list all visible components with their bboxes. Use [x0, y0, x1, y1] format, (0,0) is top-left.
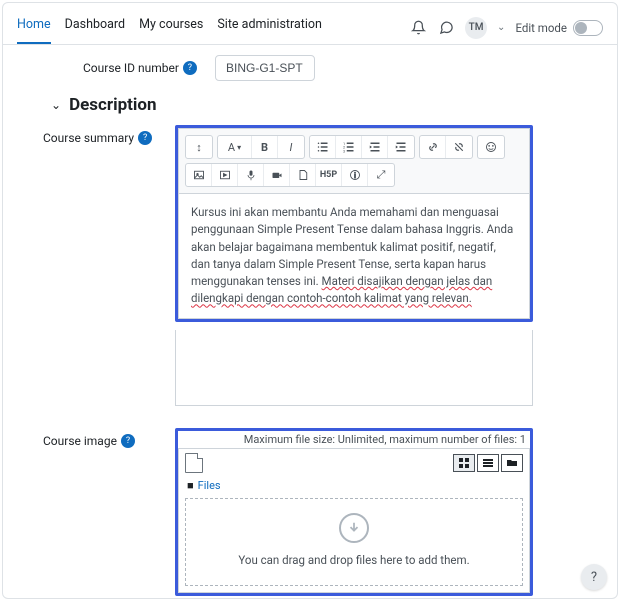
toolbar-mic-button[interactable]: [238, 164, 264, 186]
toolbar-outdent-button[interactable]: [362, 136, 388, 158]
editor-bottom-space[interactable]: [175, 330, 533, 406]
nav-mycourses[interactable]: My courses: [139, 11, 203, 44]
course-id-label-text: Course ID number: [83, 61, 179, 75]
download-arrow-icon: [339, 513, 369, 543]
view-details-button[interactable]: [477, 454, 499, 472]
summary-label: Course summary ?: [43, 125, 175, 145]
avatar[interactable]: TM: [465, 17, 487, 39]
toolbar-camera-button[interactable]: [264, 164, 290, 186]
editor-textarea[interactable]: Kursus ini akan membantu Anda memahami d…: [178, 193, 530, 319]
course-id-row: Course ID number ?: [83, 55, 577, 81]
files-breadcrumb: ■ Files: [179, 477, 529, 498]
content: Course ID number ? ⌄ Description Course …: [3, 45, 617, 599]
course-id-label: Course ID number ?: [83, 55, 215, 75]
image-label: Course image ?: [43, 428, 175, 448]
description-heading: Description: [69, 95, 156, 115]
top-nav: Home Dashboard My courses Site administr…: [3, 3, 617, 45]
toolbar-italic-button[interactable]: I: [278, 136, 304, 158]
filearea-head: [179, 449, 529, 477]
toolbar-h5p-button[interactable]: H5P: [316, 164, 342, 186]
summary-row: Course summary ? ↕ A▾ B I 123: [43, 125, 577, 322]
summary-label-text: Course summary: [43, 131, 134, 145]
toolbar-image-button[interactable]: [186, 164, 212, 186]
help-icon[interactable]: ?: [183, 61, 197, 75]
nav-home[interactable]: Home: [17, 11, 51, 44]
file-max-info: Maximum file size: Unlimited, maximum nu…: [178, 431, 530, 448]
toolbar-more-button[interactable]: ⤢: [368, 164, 394, 186]
view-tree-button[interactable]: [501, 454, 523, 472]
edit-mode-label: Edit mode: [515, 21, 567, 35]
chevron-down-icon: ⌄: [51, 98, 61, 112]
nav-dashboard[interactable]: Dashboard: [65, 11, 125, 44]
course-id-input[interactable]: [215, 55, 315, 81]
toolbar-file-button[interactable]: [290, 164, 316, 186]
toolbar-ol-button[interactable]: 123: [336, 136, 362, 158]
toolbar-link-button[interactable]: [420, 136, 446, 158]
files-link[interactable]: Files: [198, 479, 221, 492]
toolbar-emoji-button[interactable]: [478, 136, 504, 158]
folder-icon: ■: [187, 479, 194, 492]
filearea-box: ■ Files You can drag and drop files here…: [178, 448, 530, 593]
filearea-highlight: Maximum file size: Unlimited, maximum nu…: [175, 428, 533, 596]
image-label-text: Course image: [43, 434, 117, 448]
chat-icon[interactable]: [437, 19, 455, 37]
add-file-icon[interactable]: [185, 453, 203, 473]
bell-icon[interactable]: [409, 19, 427, 37]
switch-icon[interactable]: [573, 20, 603, 36]
toolbar-info-button[interactable]: [342, 164, 368, 186]
editor-extension: [175, 330, 533, 406]
nav-left: Home Dashboard My courses Site administr…: [17, 11, 322, 44]
view-icons-button[interactable]: [453, 454, 475, 472]
svg-text:3: 3: [343, 149, 345, 153]
view-toggles: [453, 454, 523, 472]
toolbar-unlink-button[interactable]: [446, 136, 472, 158]
help-fab-button[interactable]: ?: [581, 564, 607, 590]
editor-highlight: ↕ A▾ B I 123: [175, 125, 533, 322]
toolbar-indent-button[interactable]: [388, 136, 414, 158]
toolbar-ul-button[interactable]: [310, 136, 336, 158]
toolbar-expand-button[interactable]: ↕: [186, 136, 212, 158]
help-icon[interactable]: ?: [121, 434, 135, 448]
user-menu-chevron-icon[interactable]: ⌄: [497, 22, 505, 33]
page-container: Home Dashboard My courses Site administr…: [2, 2, 618, 599]
editor-toolbar: ↕ A▾ B I 123: [178, 128, 530, 193]
nav-right: TM ⌄ Edit mode: [409, 17, 603, 39]
dropzone[interactable]: You can drag and drop files here to add …: [185, 498, 523, 586]
toolbar-media-button[interactable]: [212, 164, 238, 186]
nav-siteadmin[interactable]: Site administration: [217, 11, 322, 44]
dropzone-text: You can drag and drop files here to add …: [186, 553, 522, 567]
edit-mode-toggle[interactable]: Edit mode: [515, 20, 603, 36]
image-row: Course image ? Maximum file size: Unlimi…: [43, 428, 577, 596]
toolbar-bold-button[interactable]: B: [252, 136, 278, 158]
toolbar-styles-button[interactable]: A▾: [218, 136, 252, 158]
help-icon[interactable]: ?: [138, 131, 152, 145]
section-description[interactable]: ⌄ Description: [51, 95, 577, 115]
